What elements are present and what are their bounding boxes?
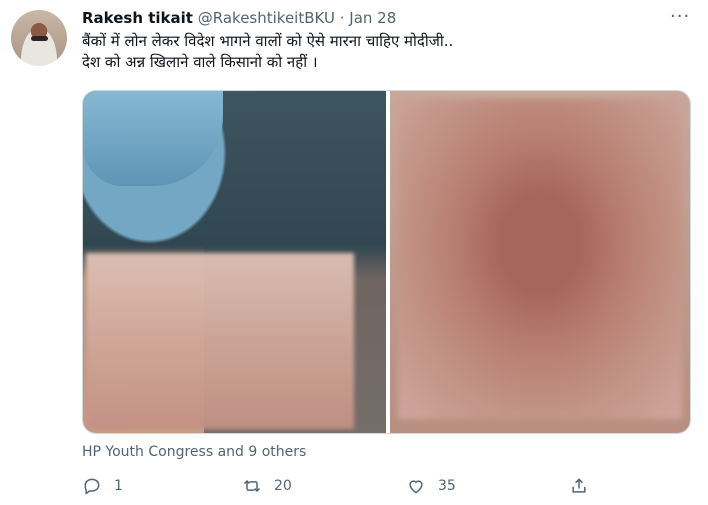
reply-icon	[84, 478, 100, 495]
author-handle[interactable]: @RakeshtikeitBKU	[198, 9, 335, 27]
tweet-header: Rakesh tikait @RakeshtikeitBKU · Jan 28	[82, 8, 396, 28]
separator-dot: ·	[339, 9, 345, 27]
author-avatar[interactable]	[11, 10, 67, 66]
like-button[interactable]: 35	[406, 476, 456, 496]
retweet-count: 20	[274, 478, 292, 494]
share-icon	[572, 478, 586, 493]
media-image-1[interactable]	[83, 91, 386, 433]
tweet-actions: 1 20 35	[82, 476, 602, 500]
media-image-2[interactable]	[390, 91, 690, 433]
image-subject-turban	[83, 91, 223, 186]
tweet-media	[82, 90, 691, 434]
share-button[interactable]	[569, 476, 601, 496]
more-icon[interactable]: ···	[670, 6, 690, 27]
retweet-button[interactable]: 20	[242, 476, 292, 496]
tweet-date[interactable]: Jan 28	[349, 9, 396, 27]
avatar-detail	[31, 36, 48, 41]
tweet-text: बैंकों में लोन लेकर विदेश भागने वालों को…	[82, 31, 453, 73]
tweet-text-line-2: देश को अन्न खिलाने वाले किसानो को नहीं ।	[82, 53, 318, 71]
reply-button[interactable]: 1	[82, 476, 123, 496]
retweet-icon	[243, 479, 261, 493]
like-icon	[409, 480, 423, 494]
like-count: 35	[438, 478, 456, 494]
tweet-text-line-1: बैंकों में लोन लेकर विदेश भागने वालों को…	[82, 32, 454, 50]
blurred-region-2	[398, 99, 682, 419]
author-name[interactable]: Rakesh tikait	[82, 9, 193, 27]
blurred-region-1	[86, 253, 354, 429]
reply-count: 1	[114, 478, 123, 494]
liked-by-text[interactable]: HP Youth Congress and 9 others	[82, 444, 306, 460]
